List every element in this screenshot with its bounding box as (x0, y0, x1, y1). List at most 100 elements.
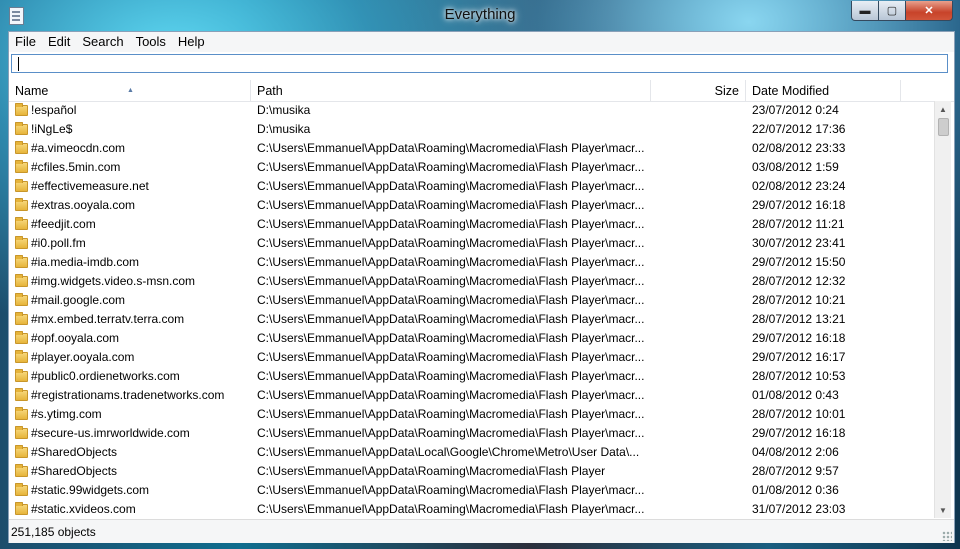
row-date: 29/07/2012 16:18 (752, 426, 846, 440)
folder-icon (15, 388, 28, 401)
table-row[interactable]: #SharedObjects C:\Users\Emmanuel\AppData\… (9, 462, 934, 481)
column-header: Name ▲ Path Size Date Modified (9, 80, 954, 102)
table-row[interactable]: #s.ytimg.com C:\Users\Emmanuel\AppData\Ro… (9, 405, 934, 424)
folder-icon (15, 198, 28, 211)
table-row[interactable]: #a.vimeocdn.com C:\Users\Emmanuel\AppData… (9, 139, 934, 158)
minimize-button[interactable]: ▬ (851, 1, 879, 21)
row-name: #effectivemeasure.net (31, 179, 149, 193)
row-date: 29/07/2012 15:50 (752, 255, 846, 269)
resize-grip-icon[interactable] (942, 531, 952, 541)
folder-icon (15, 179, 28, 192)
menu-help[interactable]: Help (172, 32, 211, 52)
table-row[interactable]: #cfiles.5min.com C:\Users\Emmanuel\AppDat… (9, 158, 934, 177)
table-row[interactable]: #static.99widgets.com C:\Users\Emmanuel\A… (9, 481, 934, 500)
close-button[interactable]: ✕ (906, 1, 953, 21)
column-name-label: Name (15, 84, 49, 98)
caption-buttons: ▬ ▢ ✕ (851, 1, 953, 21)
maximize-icon: ▢ (886, 5, 898, 17)
scroll-down-icon[interactable]: ▼ (935, 502, 951, 518)
table-row[interactable]: #extras.ooyala.com C:\Users\Emmanuel\AppD… (9, 196, 934, 215)
row-path: C:\Users\Emmanuel\AppData\Roaming\Macrom… (257, 407, 645, 421)
table-row[interactable]: !iNgLe$ D:\musika 22/07/2012 17:36 (9, 120, 934, 139)
table-row[interactable]: #mx.embed.terratv.terra.com C:\Users\Emma… (9, 310, 934, 329)
column-date-label: Date Modified (752, 84, 830, 98)
row-path: D:\musika (257, 122, 311, 136)
row-path: C:\Users\Emmanuel\AppData\Roaming\Macrom… (257, 160, 645, 174)
table-row[interactable]: #public0.ordienetworks.com C:\Users\Emman… (9, 367, 934, 386)
sort-ascending-icon: ▲ (127, 87, 134, 94)
row-date: 28/07/2012 10:53 (752, 369, 846, 383)
table-row[interactable]: #mail.google.com C:\Users\Emmanuel\AppDat… (9, 291, 934, 310)
column-header-name[interactable]: Name ▲ (9, 80, 251, 101)
vertical-scrollbar[interactable]: ▲ ▼ (934, 101, 951, 518)
row-date: 29/07/2012 16:18 (752, 331, 846, 345)
row-date: 04/08/2012 2:06 (752, 445, 839, 459)
row-date: 28/07/2012 13:21 (752, 312, 846, 326)
row-name: #static.99widgets.com (31, 483, 150, 497)
column-header-date[interactable]: Date Modified (746, 80, 901, 101)
menu-edit[interactable]: Edit (42, 32, 76, 52)
table-row[interactable]: #player.ooyala.com C:\Users\Emmanuel\AppD… (9, 348, 934, 367)
row-date: 28/07/2012 9:57 (752, 464, 839, 478)
scroll-up-icon[interactable]: ▲ (935, 101, 951, 117)
table-row[interactable]: #static.xvideos.com C:\Users\Emmanuel\App… (9, 500, 934, 518)
row-path: C:\Users\Emmanuel\AppData\Roaming\Macrom… (257, 502, 645, 516)
table-row[interactable]: #i0.poll.fm C:\Users\Emmanuel\AppData\Roa… (9, 234, 934, 253)
folder-icon (15, 483, 28, 496)
table-row[interactable]: #ia.media-imdb.com C:\Users\Emmanuel\AppD… (9, 253, 934, 272)
folder-icon (15, 331, 28, 344)
row-path: C:\Users\Emmanuel\AppData\Roaming\Macrom… (257, 217, 645, 231)
table-row[interactable]: #img.widgets.video.s-msn.com C:\Users\Emm… (9, 272, 934, 291)
row-date: 28/07/2012 12:32 (752, 274, 846, 288)
row-path: C:\Users\Emmanuel\AppData\Roaming\Macrom… (257, 331, 645, 345)
title-bar[interactable]: Everything ▬ ▢ ✕ (0, 0, 960, 31)
folder-icon (15, 141, 28, 154)
table-row[interactable]: #effectivemeasure.net C:\Users\Emmanuel\A… (9, 177, 934, 196)
table-row[interactable]: #feedjit.com C:\Users\Emmanuel\AppData\Ro… (9, 215, 934, 234)
close-icon: ✕ (924, 5, 934, 17)
table-row[interactable]: #SharedObjects C:\Users\Emmanuel\AppData\… (9, 443, 934, 462)
results-list[interactable]: !español D:\musika 23/07/2012 0:24 !iNgLe$ D… (9, 101, 934, 518)
row-date: 28/07/2012 10:01 (752, 407, 846, 421)
row-date: 31/07/2012 23:03 (752, 502, 846, 516)
row-path: C:\Users\Emmanuel\AppData\Roaming\Macrom… (257, 426, 645, 440)
folder-icon (15, 445, 28, 458)
folder-icon (15, 369, 28, 382)
window-title: Everything (444, 6, 516, 23)
row-name: #feedjit.com (31, 217, 96, 231)
menu-search[interactable]: Search (76, 32, 129, 52)
row-path: C:\Users\Emmanuel\AppData\Roaming\Macrom… (257, 350, 645, 364)
table-row[interactable]: #secure-us.imrworldwide.com C:\Users\Emma… (9, 424, 934, 443)
row-path: C:\Users\Emmanuel\AppData\Roaming\Macrom… (257, 236, 645, 250)
row-path: C:\Users\Emmanuel\AppData\Roaming\Macrom… (257, 198, 645, 212)
column-header-size[interactable]: Size (651, 80, 746, 101)
row-date: 02/08/2012 23:33 (752, 141, 846, 155)
maximize-button[interactable]: ▢ (879, 1, 906, 21)
row-name: #i0.poll.fm (31, 236, 86, 250)
folder-icon (15, 312, 28, 325)
row-name: #mail.google.com (31, 293, 126, 307)
row-name: !español (31, 103, 77, 117)
menu-file[interactable]: File (9, 32, 42, 52)
row-name: #SharedObjects (31, 464, 118, 478)
row-name: #extras.ooyala.com (31, 198, 136, 212)
scrollbar-thumb[interactable] (938, 118, 949, 136)
row-name: #static.xvideos.com (31, 502, 136, 516)
row-date: 02/08/2012 23:24 (752, 179, 846, 193)
status-text: 251,185 objects (11, 525, 96, 539)
row-date: 01/08/2012 0:43 (752, 388, 839, 402)
folder-icon (15, 407, 28, 420)
menu-tools[interactable]: Tools (130, 32, 172, 52)
row-name: #a.vimeocdn.com (31, 141, 126, 155)
folder-icon (15, 255, 28, 268)
table-row[interactable]: #registrationams.tradenetworks.com C:\Use… (9, 386, 934, 405)
row-path: C:\Users\Emmanuel\AppData\Roaming\Macrom… (257, 464, 606, 478)
search-input[interactable] (11, 54, 948, 73)
folder-icon (15, 426, 28, 439)
row-path: C:\Users\Emmanuel\AppData\Roaming\Macrom… (257, 141, 645, 155)
text-caret (18, 57, 19, 71)
column-header-path[interactable]: Path (251, 80, 651, 101)
row-path: C:\Users\Emmanuel\AppData\Roaming\Macrom… (257, 483, 645, 497)
table-row[interactable]: #opf.ooyala.com C:\Users\Emmanuel\AppData… (9, 329, 934, 348)
table-row[interactable]: !español D:\musika 23/07/2012 0:24 (9, 101, 934, 120)
